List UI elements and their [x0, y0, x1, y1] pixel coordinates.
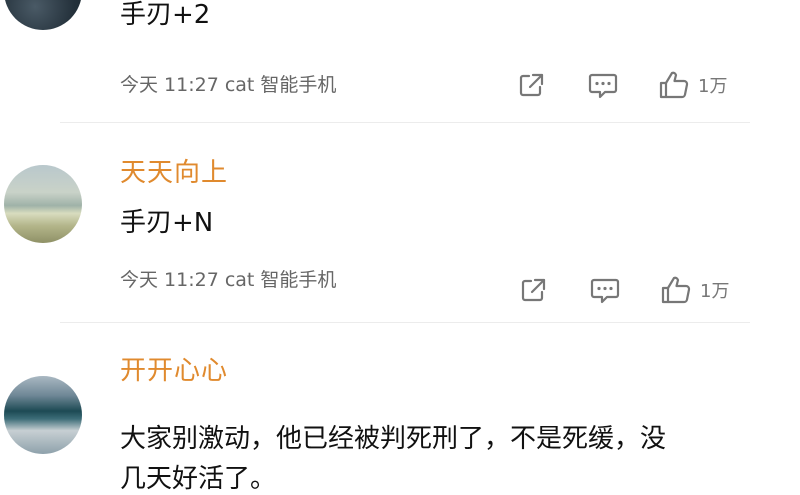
share-icon — [521, 278, 546, 302]
comment-icon — [590, 278, 620, 304]
like-count: 1万 — [700, 281, 730, 302]
avatar[interactable] — [4, 0, 82, 30]
comment-meta: 今天 11:27 cat 智能手机 — [120, 74, 337, 96]
avatar[interactable] — [4, 376, 82, 454]
comment-item: 开开心心 大家别激动，他已经被判死刑了，不是死缓，没 几天好活了。 — [0, 340, 800, 494]
comment-username[interactable]: 开开心心 — [120, 350, 228, 387]
comment-username[interactable]: 天天向上 — [120, 152, 228, 189]
comment-text-line2: 几天好活了。 — [120, 464, 277, 494]
like-count: 1万 — [698, 76, 728, 97]
comment-item: 手刃+2 今天 11:27 cat 智能手机 1万 — [0, 0, 800, 120]
share-icon — [519, 73, 544, 97]
divider — [60, 322, 750, 323]
comment-text: 大家别激动，他已经被判死刑了，不是死缓，没 — [120, 424, 667, 454]
like-button[interactable]: 1万 — [658, 70, 727, 100]
divider — [60, 122, 750, 123]
avatar[interactable] — [4, 165, 82, 243]
reply-button[interactable] — [588, 72, 618, 100]
comment-meta: 今天 11:27 cat 智能手机 — [120, 269, 337, 291]
reply-button[interactable] — [590, 277, 620, 305]
comment-icon — [588, 73, 618, 99]
share-button[interactable] — [520, 277, 548, 303]
thumbs-up-icon — [659, 71, 689, 99]
comment-text: 手刃+2 — [120, 0, 211, 30]
like-button[interactable]: 1万 — [660, 275, 729, 305]
comment-item: 天天向上 手刃+N 今天 11:27 cat 智能手机 1万 — [0, 155, 800, 325]
comment-text: 手刃+N — [120, 208, 214, 238]
thumbs-up-icon — [661, 276, 691, 304]
share-button[interactable] — [518, 72, 546, 98]
